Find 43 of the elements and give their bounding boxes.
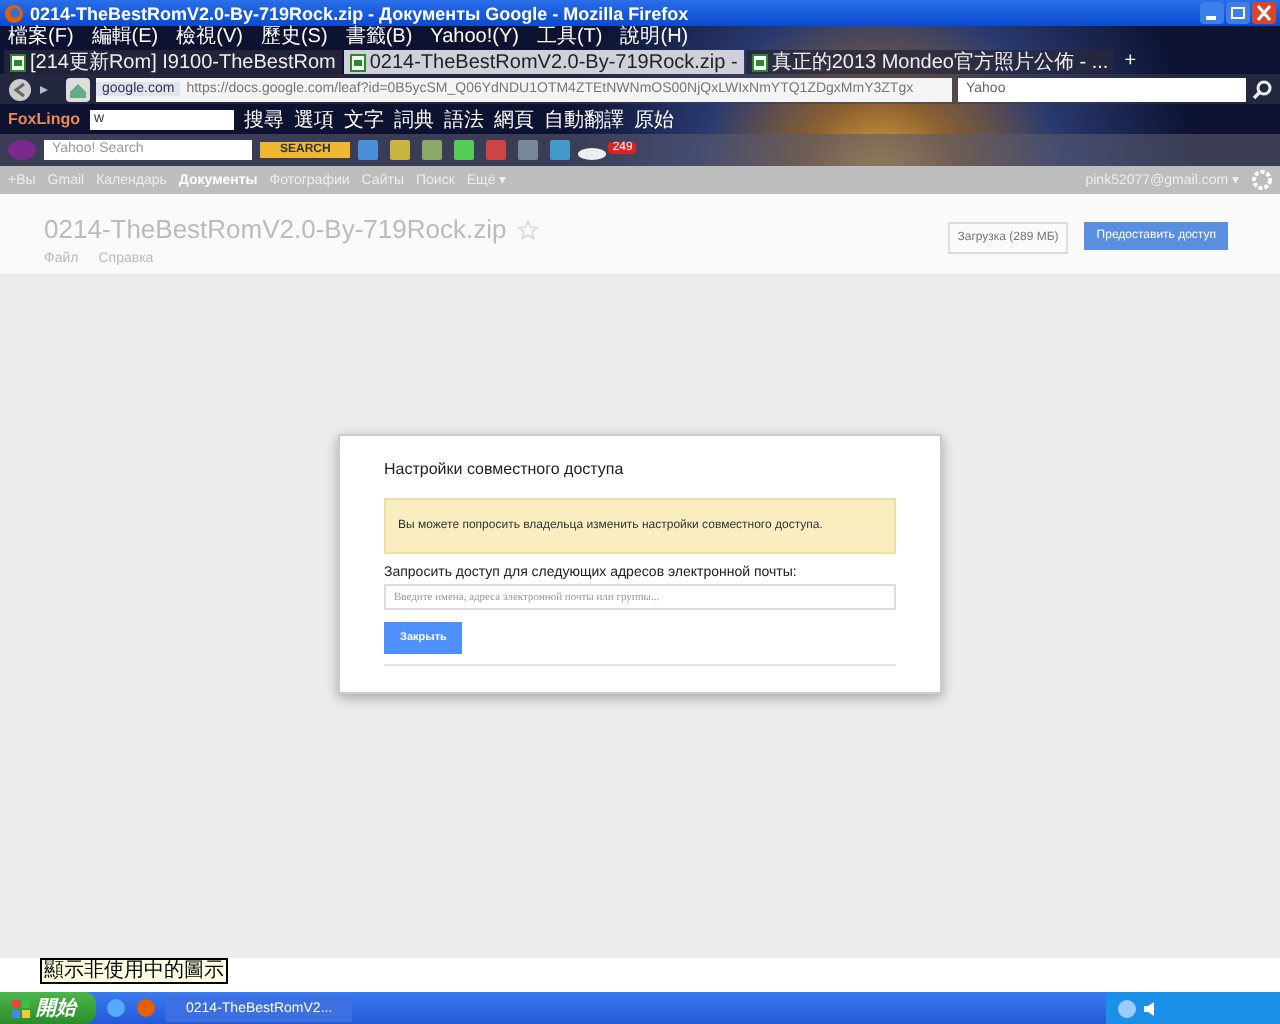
toolbar-icon[interactable]: [486, 140, 507, 160]
toolbar-icon[interactable]: [518, 140, 539, 160]
page-icon[interactable]: [10, 53, 26, 71]
menu-item[interactable]: Yahoo!(Y): [430, 26, 519, 48]
search-icon[interactable]: [1252, 79, 1272, 99]
toolbar-button[interactable]: 網頁: [494, 105, 534, 133]
toolbar-button[interactable]: 選項: [294, 105, 334, 133]
minimize-icon[interactable]: [1200, 2, 1224, 24]
browser-tab[interactable]: [214更新Rom] I9100-TheBestRom: [4, 50, 342, 74]
toolbar-button[interactable]: 文字: [344, 105, 384, 133]
menu-item[interactable]: 書籤(B): [345, 26, 413, 48]
tooltip: 顯示非使用中的圖示: [40, 958, 228, 984]
toolbar-icon[interactable]: [390, 140, 411, 160]
toolbar-button[interactable]: 搜尋: [244, 105, 284, 133]
browser-tab[interactable]: 真正的2013 Mondeo官方照片公佈 - ...: [745, 50, 1115, 74]
dialog-title: Настройки совместного доступа: [384, 460, 624, 478]
menu-item[interactable]: 檢視(V): [176, 26, 243, 48]
window-title: 0214-TheBestRomV2.0-By-719Rock.zip - Документы Google - Mozilla Firefox: [30, 3, 691, 23]
toolbar-logo: FoxLingo: [8, 110, 80, 128]
toolbar-button[interactable]: 原始: [634, 105, 674, 133]
new-tab-button[interactable]: +: [1116, 50, 1145, 74]
toolbar-icon[interactable]: [422, 140, 443, 160]
home-icon[interactable]: [66, 77, 90, 101]
menu-item[interactable]: 工具(T): [536, 26, 603, 48]
page-icon[interactable]: [751, 53, 768, 71]
menu-item[interactable]: 說明(H): [620, 26, 689, 48]
toolbar-icon[interactable]: [454, 140, 475, 160]
menu-item[interactable]: 歷史(S): [260, 26, 328, 48]
toolbar-icon[interactable]: [550, 140, 571, 160]
toolbar-button[interactable]: 語法: [444, 105, 484, 133]
browser-tab[interactable]: 0214-TheBestRomV2.0-By-719Rock.zip -: [343, 50, 744, 74]
toolbar-button[interactable]: 自動翻譯: [544, 105, 624, 133]
menu-item[interactable]: 檔案(F): [8, 26, 74, 48]
menu-item[interactable]: 編輯(E): [91, 26, 159, 48]
browser-icon[interactable]: [106, 998, 126, 1018]
toolbar-icon[interactable]: [358, 140, 379, 160]
restore-icon[interactable]: [1226, 2, 1250, 24]
windows-logo-icon[interactable]: [12, 999, 30, 1017]
document-title: 0214-TheBestRomV2.0-By-719Rock.zip: [44, 214, 507, 244]
close-icon[interactable]: [1252, 2, 1276, 24]
star-icon[interactable]: [518, 219, 539, 239]
toolbar-button[interactable]: 詞典: [394, 105, 434, 133]
speaker-icon[interactable]: [1142, 999, 1160, 1017]
